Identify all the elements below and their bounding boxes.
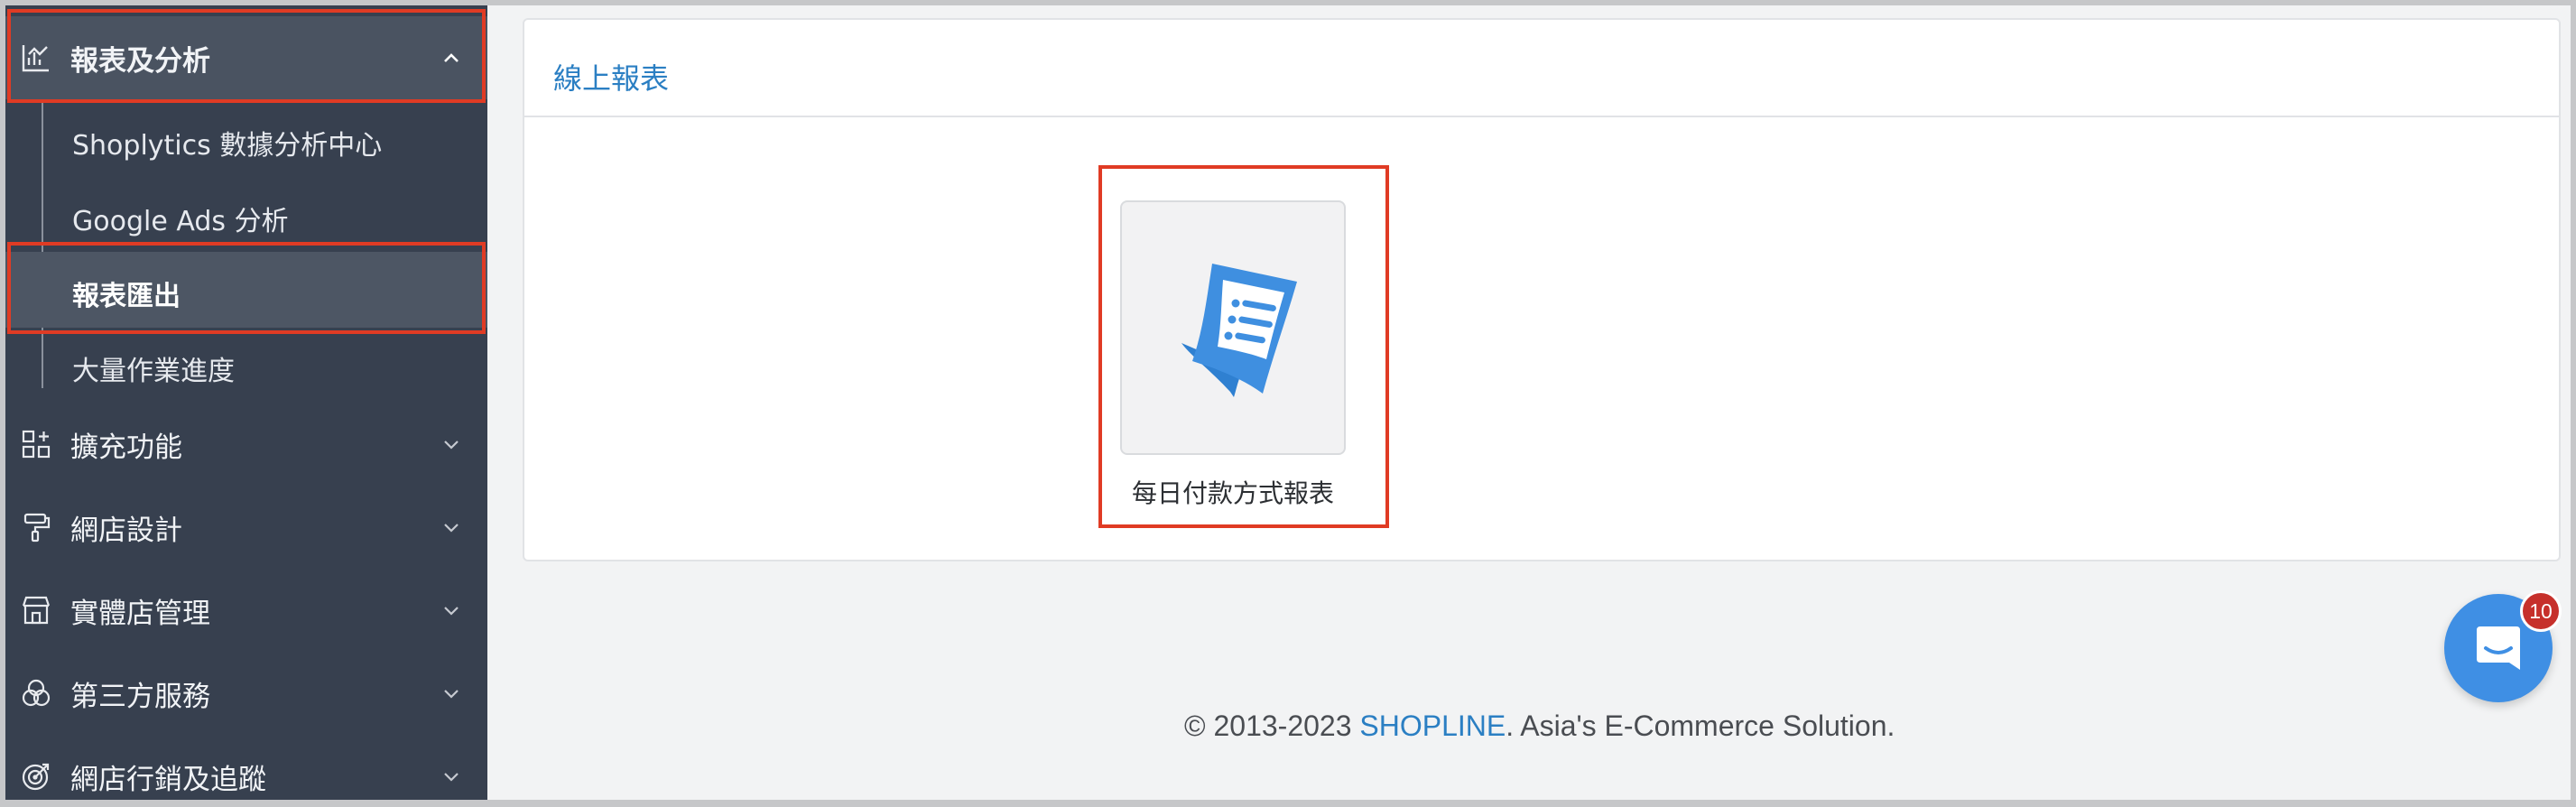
chart-icon	[22, 45, 49, 72]
target-icon	[22, 763, 50, 791]
sidebar-item-label: Google Ads 分析	[72, 206, 289, 237]
sidebar-section-reports[interactable]: 報表及分析	[0, 16, 487, 99]
card-title: 線上報表	[553, 61, 670, 96]
sidebar-item-label: Shoplytics 數據分析中心	[72, 130, 383, 162]
sidebar-item-google-ads[interactable]: Google Ads 分析	[0, 177, 487, 253]
sidebar: 報表及分析 Shoplytics 數據分析中心 Google Ads 分析 報表…	[0, 0, 487, 807]
sidebar-section-label: 擴充功能	[70, 431, 182, 464]
sidebar-section-store-design[interactable]: 網店設計	[0, 486, 487, 569]
report-tile-label[interactable]: 每日付款方式報表	[1102, 474, 1364, 510]
footer-brand-link[interactable]: SHOPLINE	[1359, 710, 1506, 742]
chat-unread-badge: 10	[2520, 590, 2562, 632]
chevron-down-icon[interactable]	[440, 599, 462, 621]
sidebar-section-label: 第三方服務	[70, 680, 210, 713]
rings-icon	[22, 679, 51, 707]
sidebar-section-extensions[interactable]: 擴充功能	[0, 403, 487, 486]
sidebar-item-label: 報表匯出	[72, 281, 181, 312]
footer-copyright: © 2013-2023 SHOPLINE. Asia's E-Commerce …	[1184, 710, 1895, 743]
chevron-up-icon[interactable]	[440, 47, 462, 69]
chevron-down-icon[interactable]	[440, 433, 462, 455]
chevron-down-icon[interactable]	[440, 765, 462, 787]
store-icon	[22, 596, 51, 625]
paint-roller-icon	[23, 513, 51, 543]
sidebar-item-report-export[interactable]: 報表匯出	[0, 252, 487, 328]
chevron-down-icon[interactable]	[440, 682, 462, 704]
report-tile-daily-payment[interactable]	[1120, 200, 1346, 455]
chevron-down-icon[interactable]	[440, 516, 462, 538]
footer-prefix: © 2013-2023	[1184, 710, 1360, 742]
online-reports-card: 線上報表 每日付款方式報表	[523, 18, 2561, 561]
sidebar-section-label: 實體店管理	[70, 597, 210, 630]
sidebar-item-bulk-progress[interactable]: 大量作業進度	[0, 327, 487, 403]
sidebar-section-marketing[interactable]: 網店行銷及追蹤	[0, 735, 487, 807]
grid-plus-icon	[22, 430, 51, 459]
sidebar-item-shoplytics[interactable]: Shoplytics 數據分析中心	[0, 101, 487, 177]
chat-bubble-icon	[2477, 626, 2520, 670]
sidebar-section-label: 網店設計	[70, 514, 182, 547]
receipt-icon	[1181, 264, 1297, 397]
sidebar-section-label: 報表及分析	[70, 44, 210, 78]
sidebar-section-third-party[interactable]: 第三方服務	[0, 652, 487, 735]
card-header: 線上報表	[524, 20, 2559, 117]
sidebar-section-label: 網店行銷及追蹤	[70, 763, 266, 796]
sidebar-item-label: 大量作業進度	[72, 356, 235, 387]
footer-suffix: . Asia's E-Commerce Solution.	[1506, 710, 1895, 742]
sidebar-section-retail-store[interactable]: 實體店管理	[0, 569, 487, 652]
